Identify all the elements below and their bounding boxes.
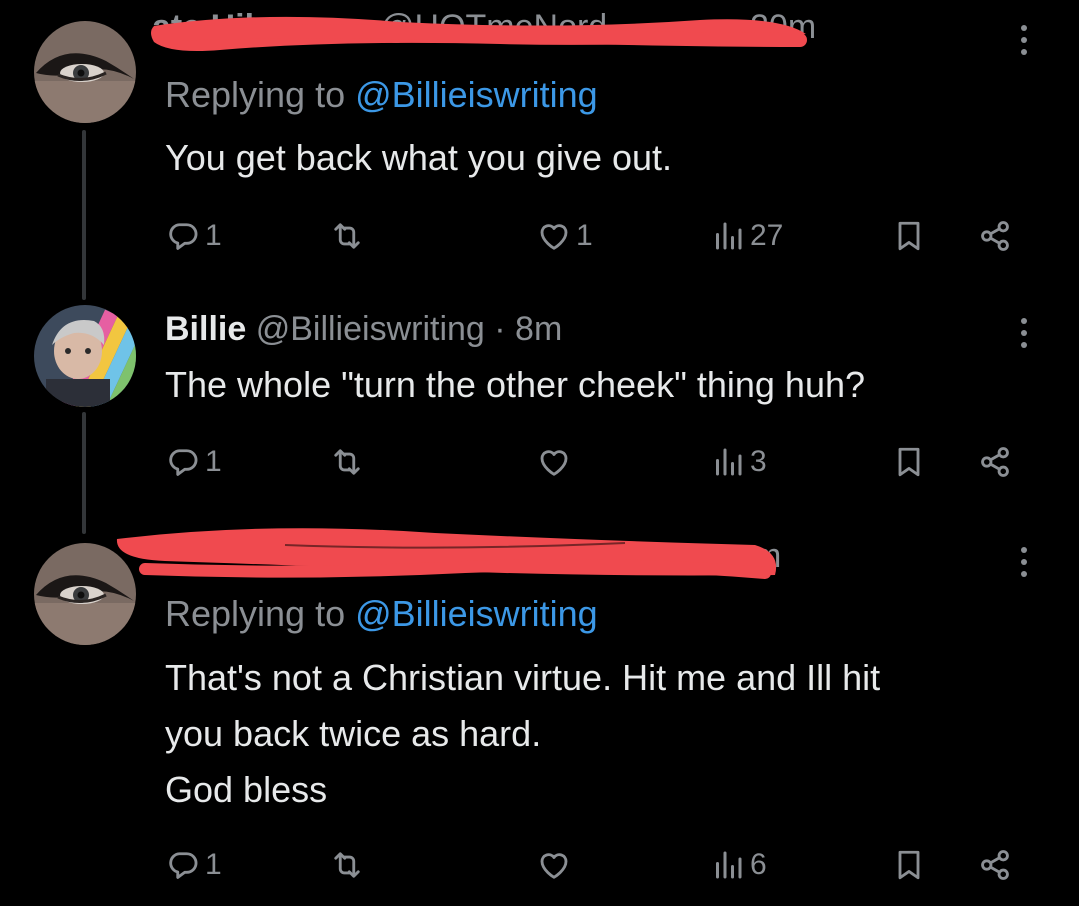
post-text: The whole "turn the other cheek" thing h… bbox=[165, 364, 866, 405]
reply-button[interactable]: 1 bbox=[165, 216, 222, 256]
post-text-line: you back twice as hard. bbox=[165, 713, 542, 754]
bookmark-button[interactable] bbox=[891, 216, 927, 256]
redacted-header-scribble: ate Hil @HOTmeNord 20m bbox=[140, 0, 820, 70]
views-icon bbox=[710, 444, 746, 480]
post-header: Billie @Billieiswriting · 8m bbox=[165, 309, 562, 349]
avatar[interactable] bbox=[34, 543, 136, 645]
svg-text:ate Hil: ate Hil bbox=[152, 8, 254, 46]
post-text-line: That's not a Christian virtue. Hit me an… bbox=[165, 657, 881, 698]
action-bar: 1 1 27 bbox=[165, 216, 1035, 256]
reply-icon bbox=[165, 444, 201, 480]
separator: · bbox=[484, 310, 516, 348]
like-button[interactable]: 1 bbox=[536, 216, 593, 256]
views-icon bbox=[710, 847, 746, 883]
action-bar: 1 6 bbox=[165, 845, 1035, 885]
reply-icon bbox=[165, 218, 201, 254]
reply-button[interactable]: 1 bbox=[165, 442, 222, 482]
view-count: 3 bbox=[750, 445, 767, 478]
thread-connector-line bbox=[82, 130, 86, 300]
avatar[interactable] bbox=[34, 305, 136, 407]
replying-prefix: Replying to bbox=[165, 74, 356, 115]
replying-to: Replying to @Billieiswriting bbox=[165, 73, 598, 117]
svg-text:@HOTmeNord: @HOTmeNord bbox=[380, 8, 607, 46]
like-icon bbox=[536, 444, 572, 480]
like-button[interactable] bbox=[536, 442, 576, 482]
repost-button[interactable] bbox=[329, 216, 369, 256]
repost-button[interactable] bbox=[329, 442, 369, 482]
bookmark-icon bbox=[891, 218, 927, 254]
post-text: That's not a Christian virtue. Hit me an… bbox=[165, 650, 1045, 818]
more-options-icon[interactable] bbox=[1014, 318, 1034, 354]
redacted-header-scribble: m bbox=[105, 515, 795, 595]
repost-icon bbox=[329, 847, 365, 883]
views-button[interactable]: 3 bbox=[710, 442, 767, 482]
post-time: m bbox=[753, 537, 781, 575]
reply-icon bbox=[165, 847, 201, 883]
reply-count: 1 bbox=[205, 445, 222, 478]
thread-connector-line bbox=[82, 412, 86, 534]
bookmark-button[interactable] bbox=[891, 845, 927, 885]
avatar[interactable] bbox=[34, 21, 136, 123]
share-button[interactable] bbox=[977, 216, 1013, 256]
bookmark-icon bbox=[891, 847, 927, 883]
mention-link[interactable]: @Billieiswriting bbox=[355, 74, 598, 115]
like-icon bbox=[536, 847, 572, 883]
replying-prefix: Replying to bbox=[165, 593, 356, 634]
share-button[interactable] bbox=[977, 442, 1013, 482]
views-button[interactable]: 6 bbox=[710, 845, 767, 885]
share-icon bbox=[977, 444, 1013, 480]
repost-icon bbox=[329, 218, 365, 254]
views-icon bbox=[710, 218, 746, 254]
view-count: 27 bbox=[750, 219, 784, 252]
more-options-icon[interactable] bbox=[1014, 25, 1034, 61]
repost-button[interactable] bbox=[329, 845, 369, 885]
action-bar: 1 3 bbox=[165, 442, 1035, 482]
share-button[interactable] bbox=[977, 845, 1013, 885]
post-text: You get back what you give out. bbox=[165, 137, 673, 178]
bookmark-icon bbox=[891, 444, 927, 480]
like-icon bbox=[536, 218, 572, 254]
like-button[interactable] bbox=[536, 845, 576, 885]
more-options-icon[interactable] bbox=[1014, 547, 1034, 583]
reply-count: 1 bbox=[205, 219, 222, 252]
mention-link[interactable]: @Billieiswriting bbox=[355, 593, 598, 634]
post-time[interactable]: 8m bbox=[515, 310, 562, 348]
views-button[interactable]: 27 bbox=[710, 216, 783, 256]
share-icon bbox=[977, 218, 1013, 254]
post-text-line: God bless bbox=[165, 769, 328, 810]
display-name[interactable]: Billie bbox=[165, 310, 246, 348]
user-handle[interactable]: @Billieiswriting bbox=[256, 310, 485, 348]
like-count: 1 bbox=[576, 219, 593, 252]
repost-icon bbox=[329, 444, 365, 480]
view-count: 6 bbox=[750, 848, 767, 881]
bookmark-button[interactable] bbox=[891, 442, 927, 482]
reply-count: 1 bbox=[205, 848, 222, 881]
post-time: 20m bbox=[750, 8, 816, 46]
reply-button[interactable]: 1 bbox=[165, 845, 222, 885]
replying-to: Replying to @Billieiswriting bbox=[165, 592, 598, 636]
share-icon bbox=[977, 847, 1013, 883]
